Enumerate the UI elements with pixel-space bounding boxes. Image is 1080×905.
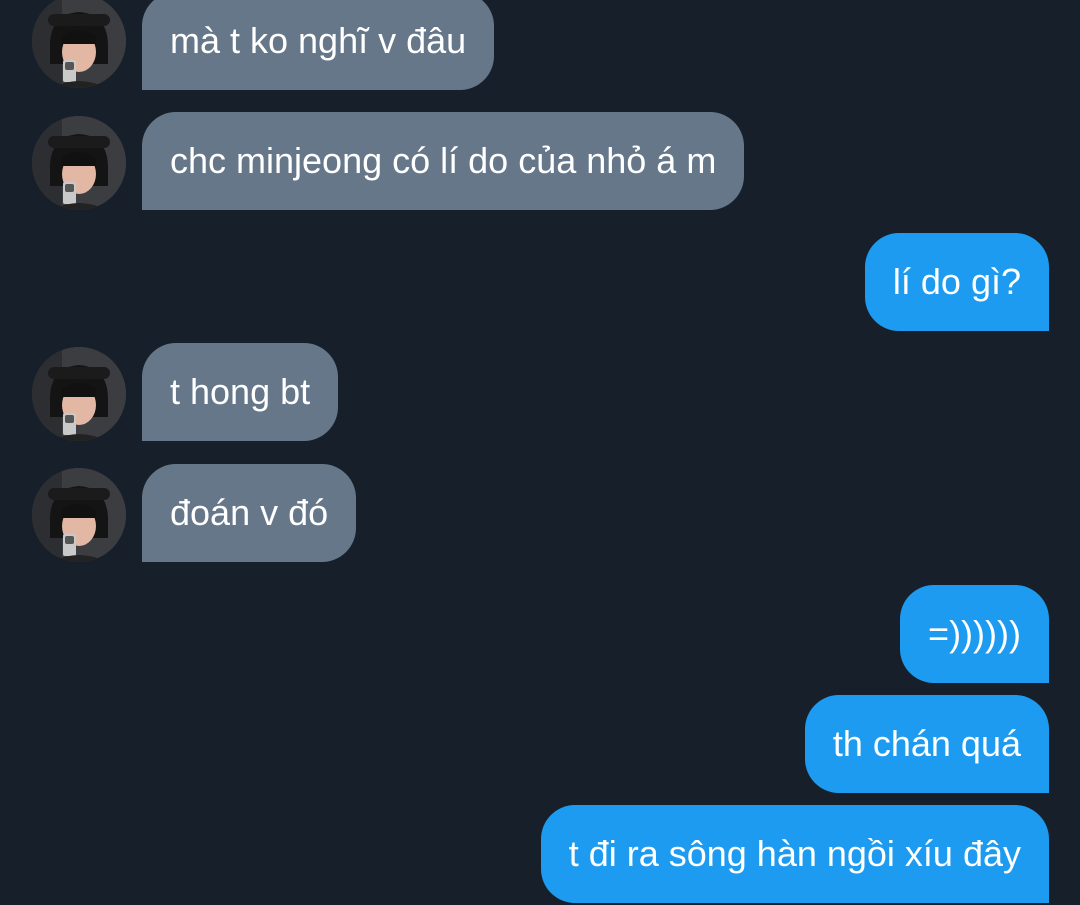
message-text: =)))))) [928, 613, 1021, 654]
message-text: mà t ko nghĩ v đâu [170, 20, 467, 61]
message-text: th chán quá [832, 723, 1021, 764]
avatar-photo-icon [32, 116, 126, 210]
received-message[interactable]: chc minjeong có lí do của nhỏ á m [142, 112, 745, 210]
message-text: t đi ra sông hàn ngồi xíu đây [568, 833, 1021, 874]
message-text: t hong bt [170, 371, 311, 412]
avatar-photo-icon [32, 347, 126, 441]
contact-avatar[interactable] [32, 347, 126, 441]
received-message[interactable]: mà t ko nghĩ v đâu [142, 0, 495, 90]
sent-message[interactable]: t đi ra sông hàn ngồi xíu đây [540, 805, 1049, 903]
received-message[interactable]: t hong bt [142, 343, 339, 441]
sent-message[interactable]: th chán quá [804, 695, 1049, 793]
contact-avatar[interactable] [32, 468, 126, 562]
message-text: đoán v đó [170, 492, 329, 533]
sent-message[interactable]: =)))))) [900, 585, 1049, 683]
received-message[interactable]: đoán v đó [142, 464, 357, 562]
contact-avatar[interactable] [32, 0, 126, 88]
avatar-photo-icon [32, 468, 126, 562]
avatar-photo-icon [32, 0, 126, 88]
contact-avatar[interactable] [32, 116, 126, 210]
message-text: chc minjeong có lí do của nhỏ á m [170, 140, 717, 181]
sent-message[interactable]: lí do gì? [864, 233, 1049, 331]
message-text: lí do gì? [892, 261, 1021, 302]
chat-thread[interactable]: mà t ko nghĩ v đâu chc minjeong có lí do… [0, 0, 1080, 905]
